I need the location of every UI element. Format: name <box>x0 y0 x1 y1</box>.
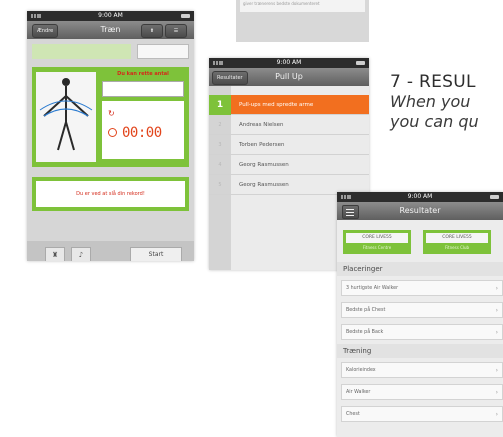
list-item[interactable]: 4 Georg Rasmussen <box>209 155 369 175</box>
timer-display: 00:00 <box>122 125 162 141</box>
record-message: Du er ved at slå din rekord! <box>36 181 185 207</box>
list-item-label: Bedste på Back <box>346 330 384 335</box>
bottom-toolbar: ♜ ♪ Start <box>27 241 194 261</box>
list-item[interactable]: Chest › <box>341 406 503 422</box>
status-bar: 9:00 AM <box>337 192 503 202</box>
section-header-placeringer: Placeringer <box>337 262 503 276</box>
exercise-name-field[interactable] <box>32 44 131 59</box>
gym-subtitle: Fitness Club <box>444 245 470 250</box>
gym-logo: CORE LIVE55 <box>426 233 488 243</box>
page-heading: 7 - RESUL <box>390 72 476 92</box>
chevron-right-icon: › <box>495 307 498 314</box>
exercise-panel: Du kan rette antal ↻ 00:00 <box>32 67 189 167</box>
status-bar: 9:00 AM <box>27 11 194 21</box>
list-item[interactable]: Kalorieindex › <box>341 362 503 378</box>
exercise-illustration <box>36 72 96 162</box>
chevron-right-icon: › <box>495 329 498 336</box>
chevron-right-icon: › <box>495 367 498 374</box>
list-item[interactable]: Bedste på Back › <box>341 324 503 340</box>
instruction-message: Du kan rette antal <box>117 71 169 77</box>
repeat-icon[interactable]: ↻ <box>108 109 115 118</box>
list-item[interactable]: Bedste på Chest › <box>341 302 503 318</box>
timer-box: ↻ 00:00 <box>102 101 184 159</box>
nav-bar: Resultater <box>337 202 503 220</box>
gym-banner-1[interactable]: CORE LIVE55 Fitness Centre <box>343 230 411 254</box>
battery-icon <box>181 14 190 18</box>
add-user-icon[interactable]: ⬆ <box>141 24 163 38</box>
list-item[interactable]: 3 Torben Pedersen <box>209 135 369 155</box>
stick-figure-icon <box>39 78 93 151</box>
nav-title: Resultater <box>399 206 441 215</box>
list-item-label: Pull-ups med spredte arme <box>239 102 314 108</box>
list-item[interactable]: 1 Pull-ups med spredte arme <box>209 95 369 115</box>
rank-number: 4 <box>218 162 222 168</box>
back-button[interactable]: Ændre <box>32 24 59 38</box>
signal-icon <box>341 195 351 199</box>
record-panel: Du er ved at slå din rekord! <box>32 177 189 211</box>
nav-title: Træn <box>100 25 121 34</box>
reps-field[interactable] <box>137 44 189 59</box>
list-item[interactable]: 3 hurtigste Air Walker › <box>341 280 503 296</box>
chevron-right-icon: › <box>495 285 498 292</box>
phone-results-screen: 9:00 AM Resultater CORE LIVE55 Fitness C… <box>337 192 503 437</box>
list-item-label: 3 hurtigste Air Walker <box>346 286 399 291</box>
gym-subtitle: Fitness Centre <box>362 245 392 250</box>
rank-number: 5 <box>218 182 222 188</box>
battery-icon <box>356 61 365 65</box>
list-item-label: Torben Pedersen <box>239 142 285 148</box>
phone-fragment-top: giver trænerens bedste dokumenteret <box>236 0 369 42</box>
list-item-label: Chest <box>346 412 360 417</box>
battery-icon <box>490 195 499 199</box>
rank-number: 3 <box>218 142 222 148</box>
chevron-right-icon: › <box>495 389 498 396</box>
status-bar: 9:00 AM <box>209 58 369 68</box>
nav-bar: Resultater Pull Up <box>209 68 369 86</box>
phone-train-screen: 9:00 AM Ændre Træn ⬆ ☰ Du kan rette anta… <box>27 11 194 261</box>
trophy-icon[interactable]: ♜ <box>45 247 65 261</box>
back-button[interactable]: Resultater <box>212 71 248 85</box>
list-item-label: Kalorieindex <box>346 368 376 373</box>
signal-icon <box>31 14 41 18</box>
user-icon[interactable]: ☰ <box>165 24 187 38</box>
status-time: 9:00 AM <box>407 193 433 200</box>
start-button[interactable]: Start <box>130 247 182 261</box>
list-item-label: Georg Rasmussen <box>239 162 289 168</box>
list-item-label: Georg Rasmussen <box>239 182 289 188</box>
nav-bar: Ændre Træn ⬆ ☰ <box>27 21 194 39</box>
status-time: 9:00 AM <box>276 59 302 66</box>
rank-number: 2 <box>218 122 222 128</box>
nav-title: Pull Up <box>275 72 303 81</box>
signal-icon <box>213 61 223 65</box>
count-input[interactable] <box>102 81 184 97</box>
list-item-label: Bedste på Chest <box>346 308 386 313</box>
list-item-label: Air Walker <box>346 390 371 395</box>
heading-subtext-2: you can qu <box>390 112 479 131</box>
status-time: 9:00 AM <box>98 12 123 19</box>
chevron-right-icon: › <box>495 411 498 418</box>
section-header-traening: Træning <box>337 344 503 358</box>
gym-banner-2[interactable]: CORE LIVE55 Fitness Club <box>423 230 491 254</box>
fragment-text: giver trænerens bedste dokumenteret <box>240 0 365 12</box>
list-item[interactable]: 2 Andreas Nielsen <box>209 115 369 135</box>
speaker-icon[interactable]: ♪ <box>71 247 91 261</box>
list-item-label: Andreas Nielsen <box>239 122 284 128</box>
rank-number: 1 <box>209 95 231 115</box>
menu-icon[interactable] <box>342 205 359 219</box>
clock-icon <box>108 128 117 137</box>
list-item[interactable]: Air Walker › <box>341 384 503 400</box>
gym-logo: CORE LIVE55 <box>346 233 408 243</box>
heading-subtext-1: When you <box>390 92 471 111</box>
